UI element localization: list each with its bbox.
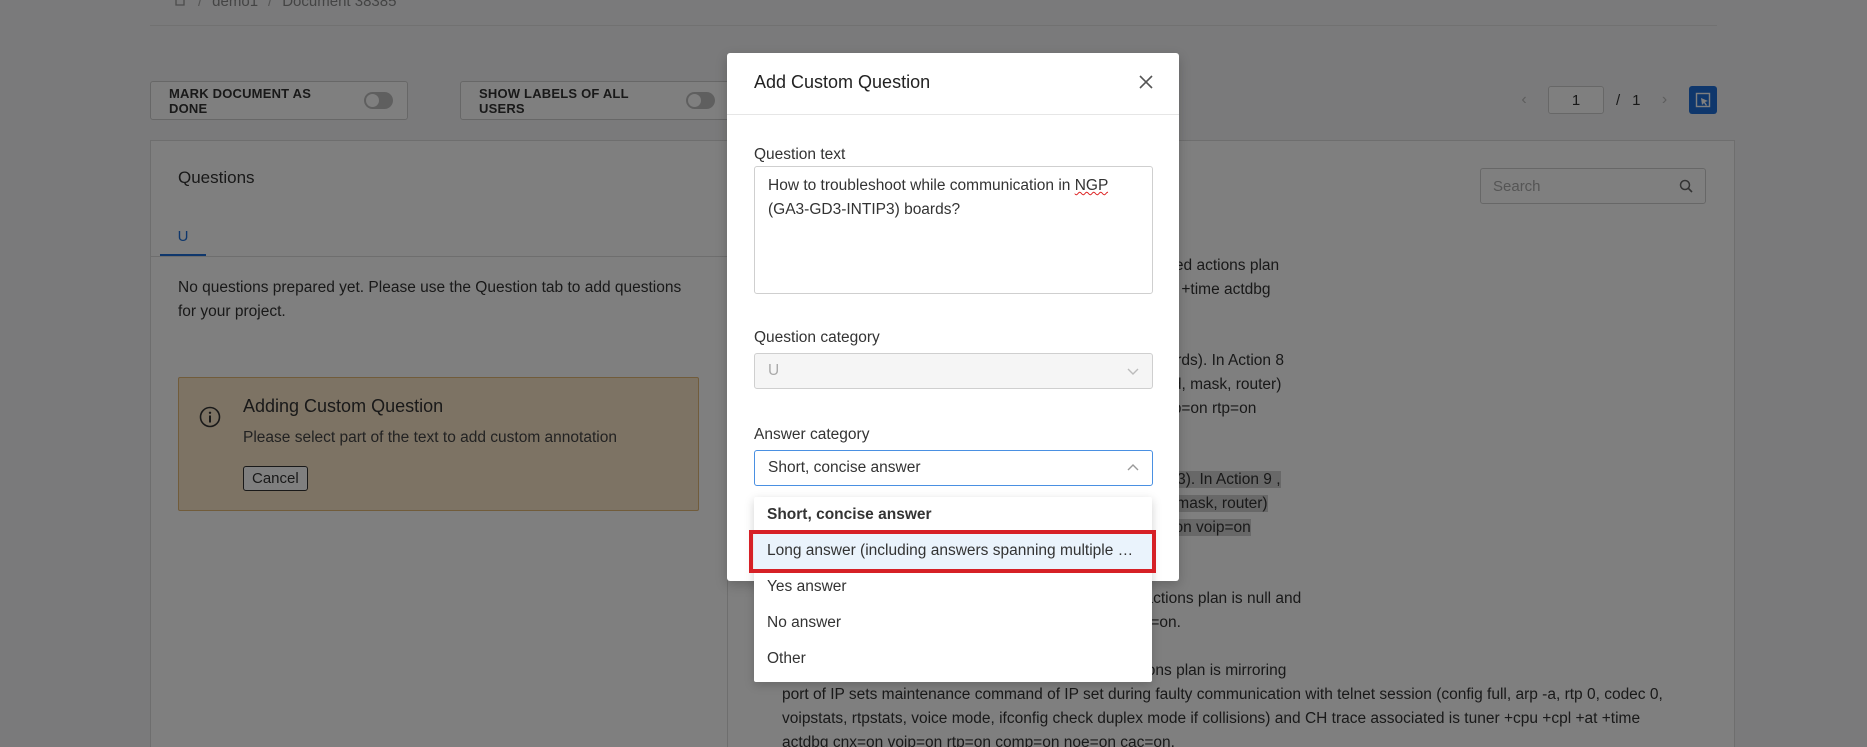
close-icon[interactable]	[1135, 71, 1157, 93]
option-yes-answer[interactable]: Yes answer	[754, 569, 1152, 605]
question-text-part: (GA3-GD3-INTIP3) boards?	[768, 201, 961, 218]
option-other[interactable]: Other	[754, 641, 1152, 677]
modal-title: Add Custom Question	[754, 72, 931, 92]
question-category-value: U	[768, 362, 780, 379]
spellcheck-flagged-word: NGP	[1074, 177, 1109, 194]
chevron-up-icon	[1127, 464, 1139, 471]
question-category-label: Question category	[754, 329, 880, 346]
question-category-select: U	[754, 353, 1153, 389]
answer-category-label: Answer category	[754, 426, 870, 443]
modal-header: Add Custom Question	[727, 53, 1179, 115]
answer-category-value: Short, concise answer	[768, 459, 921, 476]
question-text-area[interactable]: How to troubleshoot while communication …	[754, 166, 1153, 294]
question-text-label: Question text	[754, 146, 846, 163]
chevron-down-icon	[1127, 368, 1139, 375]
answer-category-dropdown: Short, concise answer Long answer (inclu…	[754, 497, 1152, 682]
option-short-answer[interactable]: Short, concise answer	[754, 497, 1152, 533]
option-no-answer[interactable]: No answer	[754, 605, 1152, 641]
question-text-part: How to troubleshoot while communication …	[768, 177, 1075, 194]
answer-category-select[interactable]: Short, concise answer	[754, 450, 1153, 486]
option-long-answer[interactable]: Long answer (including answers spanning …	[754, 533, 1152, 569]
